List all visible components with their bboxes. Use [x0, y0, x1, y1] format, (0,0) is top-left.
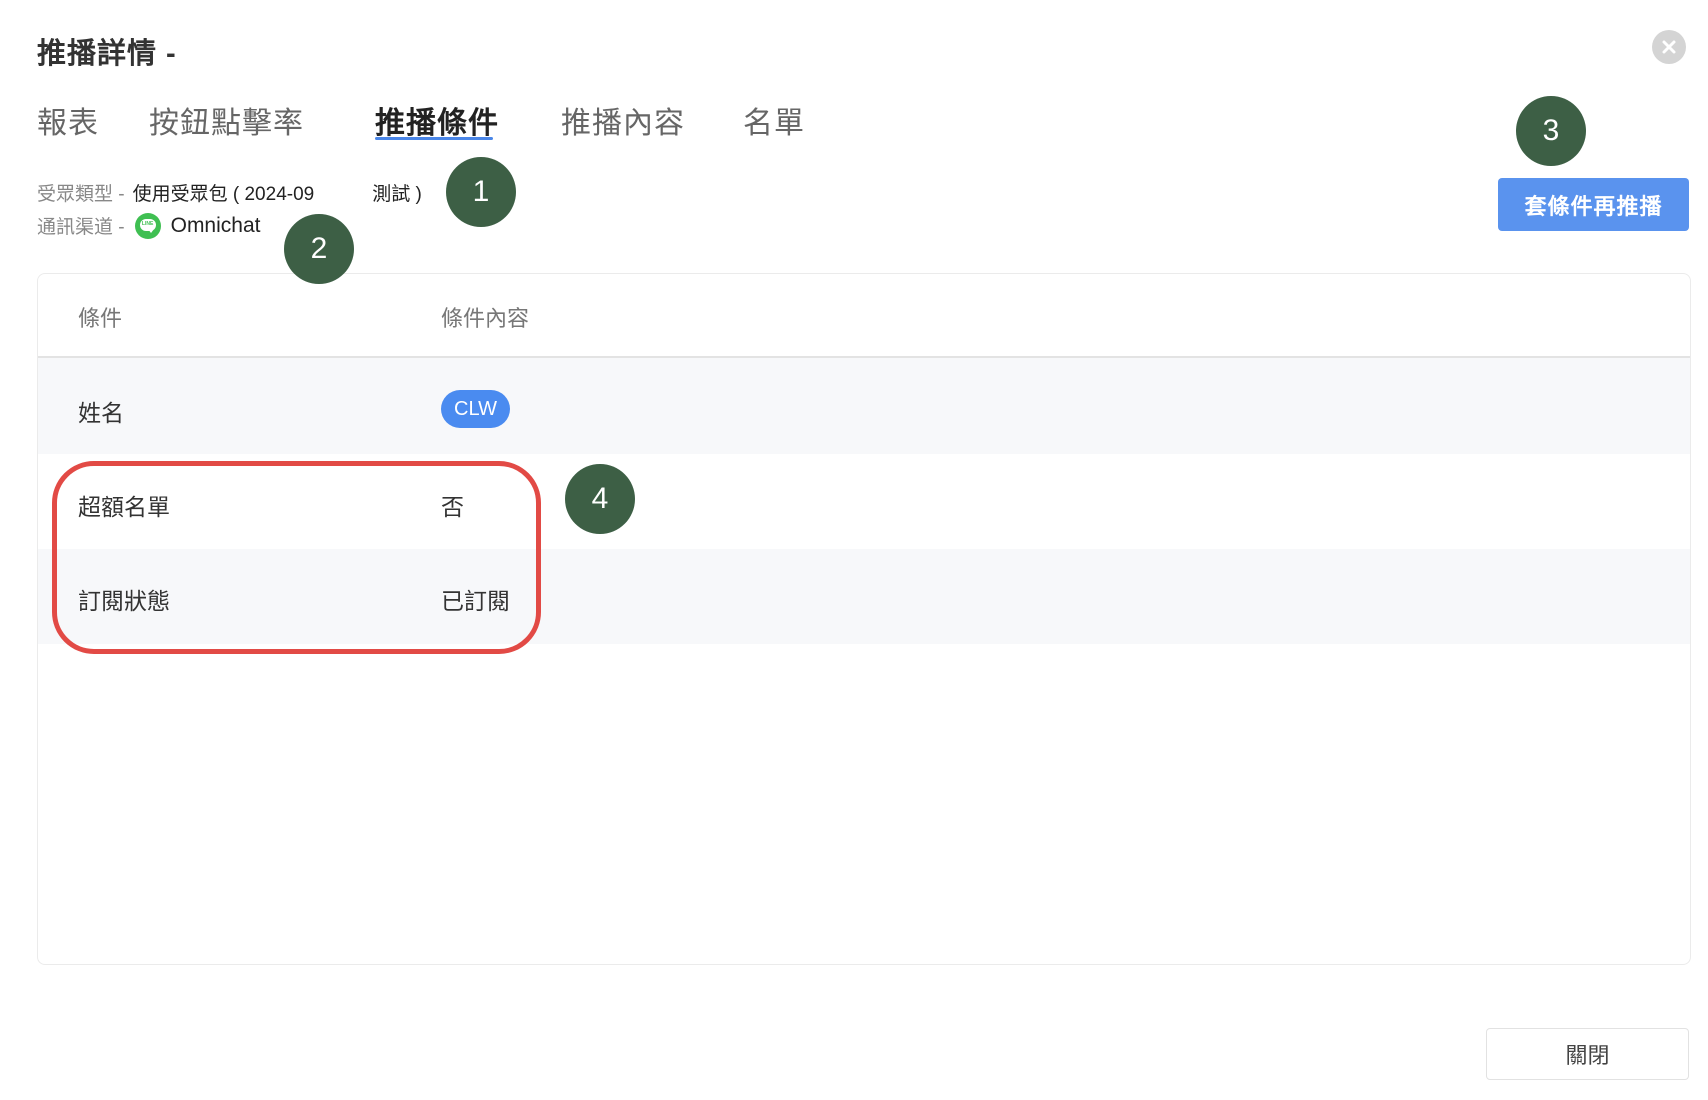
condition-name: 超額名單	[78, 494, 170, 520]
condition-name: 訂閱狀態	[78, 588, 170, 614]
active-tab-indicator	[375, 137, 493, 140]
header-condition-content: 條件內容	[441, 306, 530, 331]
audience-type-value: 使用受眾包 ( 2024-09	[132, 184, 315, 205]
dialog-title: 推播詳情 -	[37, 38, 177, 70]
channel-label: 通訊渠道 -	[37, 217, 125, 238]
push-detail-dialog: 推播詳情 - 報表 按鈕點擊率 推播條件 推播內容 名單 受眾類型 - 使用受眾…	[0, 0, 1708, 1100]
table-row: 超額名單 否	[38, 454, 1690, 549]
table-header: 條件 條件內容	[38, 274, 1690, 358]
callout-4: 4	[565, 464, 635, 534]
channel-row: 通訊渠道 - LINE Omnichat	[37, 212, 260, 239]
table-row: 姓名 CLW	[38, 358, 1690, 454]
channel-value: Omnichat	[170, 213, 261, 237]
close-icon	[1662, 40, 1676, 54]
audience-type-row: 受眾類型 - 使用受眾包 ( 2024-09 測試 )	[37, 179, 422, 206]
conditions-table: 條件 條件內容 姓名 CLW 超額名單 否 訂閱狀態 已訂閱	[37, 273, 1691, 965]
condition-content: 否	[441, 494, 464, 520]
close-button[interactable]: 關閉	[1486, 1028, 1689, 1080]
tab-report[interactable]: 報表	[37, 98, 99, 142]
audience-type-suffix: 測試 )	[372, 184, 422, 205]
condition-content: 已訂閱	[441, 588, 510, 614]
close-dialog-button[interactable]	[1652, 30, 1686, 64]
audience-type-label: 受眾類型 -	[37, 184, 125, 205]
condition-tag: CLW	[441, 390, 510, 428]
tab-push-conditions[interactable]: 推播條件	[375, 98, 499, 142]
tab-button-ctr[interactable]: 按鈕點擊率	[149, 98, 304, 142]
line-icon: LINE	[134, 212, 161, 239]
tab-list[interactable]: 名單	[743, 98, 805, 142]
header-condition: 條件	[78, 306, 123, 331]
condition-name: 姓名	[78, 400, 124, 426]
tab-push-content[interactable]: 推播內容	[561, 98, 685, 142]
callout-2: 2	[284, 214, 354, 284]
repush-with-conditions-button[interactable]: 套條件再推播	[1498, 178, 1689, 231]
line-icon-text: LINE	[141, 220, 154, 227]
callout-3: 3	[1516, 96, 1586, 166]
table-row: 訂閱狀態 已訂閱	[38, 549, 1690, 644]
callout-1: 1	[446, 157, 516, 227]
